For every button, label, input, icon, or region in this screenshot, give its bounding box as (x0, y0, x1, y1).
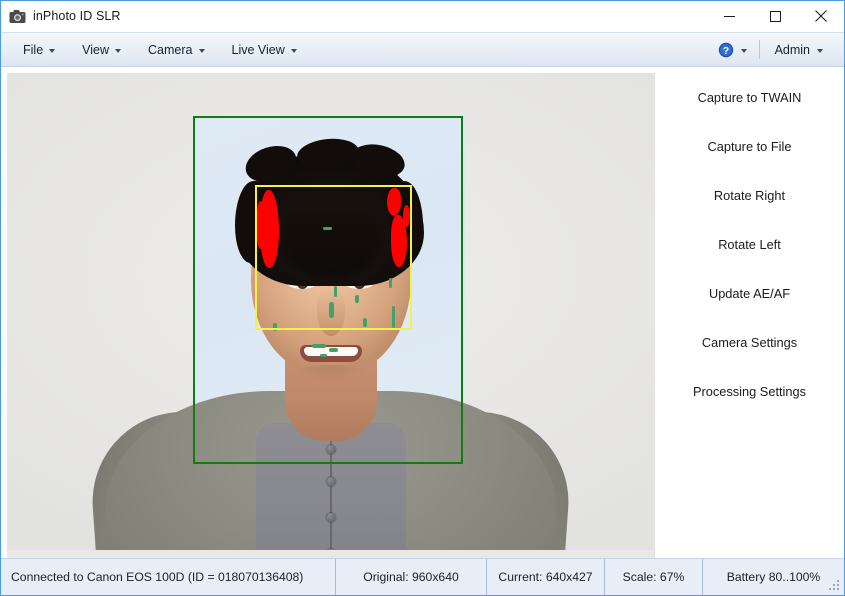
menu-file[interactable]: File (11, 38, 66, 62)
feature-mark (334, 286, 337, 297)
menu-bar-right-group: ? Admin (708, 33, 844, 66)
processing-settings-button[interactable]: Processing Settings (655, 377, 844, 406)
feature-mark (323, 227, 332, 230)
menu-camera[interactable]: Camera (136, 38, 215, 62)
chevron-down-icon (198, 48, 205, 53)
status-connection: Connected to Canon EOS 100D (ID = 018070… (11, 570, 304, 584)
feature-mark (363, 318, 367, 327)
user-menu-button[interactable]: Admin (762, 38, 836, 62)
chevron-down-icon (115, 48, 122, 53)
close-icon (815, 10, 827, 22)
command-panel: Capture to TWAIN Capture to File Rotate … (655, 67, 844, 558)
menu-view[interactable]: View (70, 38, 132, 62)
maximize-icon (769, 10, 781, 22)
window-title: inPhoto ID SLR (33, 9, 121, 23)
chevron-down-icon (290, 48, 297, 53)
title-bar: inPhoto ID SLR (1, 1, 844, 32)
svg-text:?: ? (722, 44, 728, 56)
capture-to-file-button[interactable]: Capture to File (655, 132, 844, 161)
captured-photo (7, 73, 654, 550)
menu-separator (758, 40, 760, 59)
menu-view-label: View (82, 42, 110, 57)
camera-settings-button[interactable]: Camera Settings (655, 328, 844, 357)
feature-mark (329, 302, 334, 318)
user-menu-label: Admin (774, 42, 810, 57)
rotate-right-button[interactable]: Rotate Right (655, 181, 844, 210)
feature-mark (320, 354, 327, 357)
chevron-down-icon (49, 48, 56, 53)
menu-live-view[interactable]: Live View (220, 38, 308, 62)
update-ae-af-button[interactable]: Update AE/AF (655, 279, 844, 308)
status-scale: Scale: 67% (604, 559, 702, 595)
feature-mark (389, 278, 392, 288)
shirt-button (326, 445, 335, 454)
hair-mask-right (387, 188, 401, 216)
application-window: inPhoto ID SLR File View Camera Live Vie… (0, 0, 845, 596)
help-menu-button[interactable]: ? (708, 38, 757, 62)
close-button[interactable] (798, 1, 844, 31)
feature-mark (273, 323, 277, 331)
shirt-button (326, 477, 335, 486)
status-original-size: Original: 960x640 (335, 559, 486, 595)
chin-shadow (295, 365, 366, 381)
menu-camera-label: Camera (148, 42, 193, 57)
chevron-down-icon (740, 48, 747, 53)
feature-mark (355, 295, 359, 303)
status-battery: Battery 80..100% (702, 559, 844, 595)
main-content: Capture to TWAIN Capture to File Rotate … (1, 67, 844, 558)
hair-mask-left-2 (256, 201, 265, 249)
capture-to-twain-button[interactable]: Capture to TWAIN (655, 83, 844, 112)
rotate-left-button[interactable]: Rotate Left (655, 230, 844, 259)
menu-file-label: File (23, 42, 44, 57)
minimize-icon (723, 15, 735, 17)
maximize-button[interactable] (752, 1, 798, 31)
menu-live-view-label: Live View (231, 42, 285, 57)
help-question-icon: ? (718, 42, 733, 57)
feature-mark (312, 344, 326, 348)
feature-mark (392, 306, 395, 328)
menu-bar: File View Camera Live View ? Admin (1, 32, 844, 67)
resize-grip[interactable] (829, 580, 841, 592)
shirt-button (326, 513, 335, 522)
chevron-down-icon (817, 48, 823, 53)
hair-mask-right-3 (403, 205, 410, 227)
camera-icon (9, 9, 26, 23)
status-current-size: Current: 640x427 (486, 559, 604, 595)
preview-panel[interactable] (7, 73, 655, 558)
status-bar: Connected to Canon EOS 100D (ID = 018070… (1, 558, 844, 595)
minimize-button[interactable] (706, 1, 752, 31)
feature-mark (329, 348, 338, 352)
window-controls (706, 1, 844, 31)
